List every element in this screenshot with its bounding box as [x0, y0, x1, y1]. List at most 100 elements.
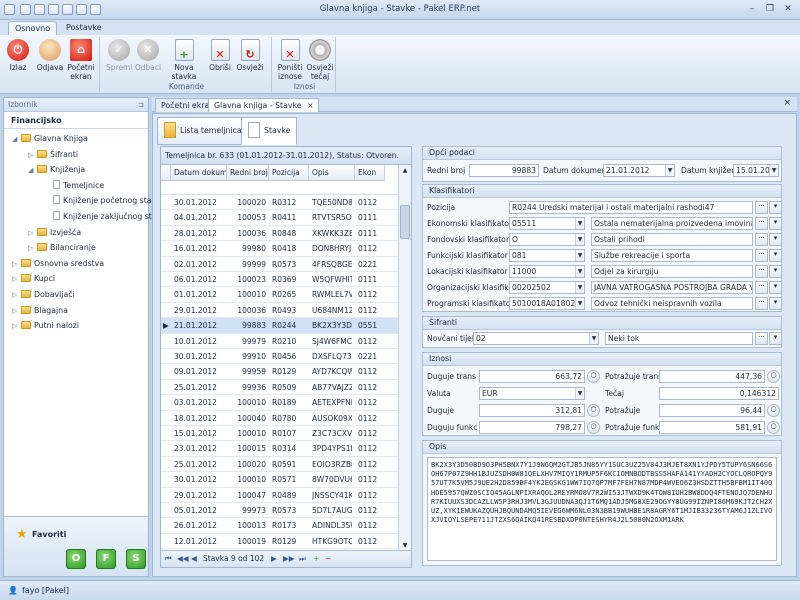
pozicija-browse-button[interactable]: ··· [755, 201, 768, 214]
potrazuje-trans-field[interactable]: 447,36 [659, 370, 765, 383]
pocetni-ekran-button[interactable]: ⌂ Početni ekran [66, 39, 96, 81]
table-row[interactable]: 26.01.2012 100013 R0173 ADINDL3SWUHGSA... 01… [161, 518, 399, 534]
table-row[interactable]: 09.01.2012 99959 R0129 AYD7KCQW2EYNJY... 011… [161, 364, 399, 380]
klasifikator-dropdown-button[interactable]: ▾ [769, 217, 782, 230]
chevron-down-icon[interactable]: ▼ [769, 165, 778, 176]
duguje-trans-toggle[interactable]: ○ [587, 370, 600, 383]
table-row[interactable]: 05.01.2012 99973 R0573 5D7L7AUGJ0BQCS... 011… [161, 503, 399, 519]
klasifikator-code-field[interactable]: 081 ▼ [509, 249, 585, 262]
klasifikator-desc-field[interactable]: Službe rekreacije i sporta [591, 249, 753, 262]
datum-knjizenja-field[interactable]: 15.01.2012 ▼ [733, 164, 779, 177]
table-row[interactable]: 29.01.2012 100047 R0489 JNSSCY41KN6XDL4... 0… [161, 488, 399, 503]
scroll-up-icon[interactable]: ▲ [399, 165, 411, 176]
close-icon[interactable]: ✕ [778, 2, 798, 16]
collapsed-arrow-icon[interactable]: ▷ [28, 148, 37, 162]
chevron-down-icon[interactable]: ▼ [575, 218, 584, 229]
klasifikator-browse-button[interactable]: ··· [755, 281, 768, 294]
nav-next-page-icon[interactable]: ▶▶ [283, 551, 295, 567]
izlaz-button[interactable]: ⏻ Izlaz [6, 39, 30, 72]
klasifikator-code-field[interactable]: 05511 ▼ [509, 217, 585, 230]
table-row[interactable]: 03.01.2012 100010 R0189 AETEXPFNL1YDTN... 01… [161, 395, 399, 411]
table-row[interactable]: 25.01.2012 99936 R0509 AB77VAJZZG972BL... 01… [161, 380, 399, 396]
duguje-toggle[interactable]: ○ [587, 404, 600, 417]
novcani-tijek-code-field[interactable]: 02 ▼ [473, 332, 599, 345]
table-row[interactable]: 18.01.2012 100040 R0780 AUSOK09XYE0ZAD... 01… [161, 411, 399, 426]
nav-first-icon[interactable]: ⏮ [165, 551, 172, 567]
tree-item[interactable]: ▷ Blagajna [12, 304, 68, 318]
table-row[interactable]: 29.01.2012 100036 R0493 U684NM12SS4C09... 01… [161, 303, 399, 319]
klasifikator-code-field[interactable]: 5010018A01802 ▼ [509, 297, 585, 310]
chevron-down-icon[interactable]: ▼ [575, 282, 584, 293]
expanded-arrow-icon[interactable]: ◢ [12, 132, 21, 146]
chevron-down-icon[interactable]: ▼ [575, 234, 584, 245]
osvjezi-button[interactable]: ↻ Osvježi [236, 39, 264, 72]
collapsed-arrow-icon[interactable]: ▷ [12, 288, 21, 302]
table-row[interactable]: 04.01.2012 100053 R0411 RTVTSR5OT074EB... 01… [161, 210, 399, 226]
subtab-lista-temeljnica[interactable]: Lista temeljnica [157, 117, 249, 145]
tree-item[interactable]: Knjiženje početnog stanja [44, 194, 163, 208]
chevron-down-icon[interactable]: ▼ [589, 333, 598, 344]
novcani-tijek-browse-button[interactable]: ··· [755, 332, 768, 345]
table-row[interactable]: 25.01.2012 100020 R0591 EOIO3RZB070L37E... 0… [161, 457, 399, 473]
tree-item[interactable]: Temeljnice [44, 179, 104, 193]
nav-prev-icon[interactable]: ◀ [191, 551, 197, 567]
nav-prev-page-icon[interactable]: ◀◀ [177, 551, 189, 567]
table-row[interactable]: 12.01.2012 100019 R0129 HTKG9OTQMF008I... 01… [161, 534, 399, 550]
odbaci-button[interactable]: ✕ Odbaci [134, 39, 162, 72]
table-row[interactable]: ▶ 21.01.2012 99883 R0244 BK2X3Y3D50BD9O... 05… [161, 318, 399, 334]
tab-osnovno[interactable]: Osnovno [8, 21, 58, 35]
pozicija-field[interactable]: R0244 Uredski materijal i ostali materij… [509, 201, 753, 214]
duguje-trans-field[interactable]: 663,72 [479, 370, 585, 383]
klasifikator-browse-button[interactable]: ··· [755, 233, 768, 246]
chevron-down-icon[interactable]: ▼ [575, 388, 584, 399]
potrazuje-funkc-toggle[interactable]: ○ [767, 421, 780, 434]
odjava-button[interactable]: Odjava [36, 39, 64, 72]
osvjezi-tecaj-button[interactable]: Osvježi tečaj [306, 39, 334, 81]
table-row[interactable]: 15.01.2012 100010 R0107 Z3C73CXVG9MFH0... 01… [161, 426, 399, 442]
collapsed-arrow-icon[interactable]: ▷ [12, 304, 21, 318]
novcani-tijek-dropdown-button[interactable]: ▾ [769, 332, 782, 345]
scroll-thumb[interactable] [400, 205, 410, 239]
tree-item[interactable]: ▷ Dobavljači [12, 288, 75, 302]
klasifikator-dropdown-button[interactable]: ▾ [769, 249, 782, 262]
klasifikator-desc-field[interactable]: Odjel za kirurgiju [591, 265, 753, 278]
klasifikator-code-field[interactable]: O ▼ [509, 233, 585, 246]
chevron-down-icon[interactable]: ▼ [575, 266, 584, 277]
potrazuje-toggle[interactable]: ○ [767, 404, 780, 417]
tree-item[interactable]: ▷ Šifranti [28, 148, 78, 162]
nav-next-icon[interactable]: ▶ [271, 551, 277, 567]
tree-item[interactable]: ▷ Osnovna sredstva [12, 257, 104, 271]
potrazuje-funkc-field[interactable]: 581,91 [659, 421, 765, 434]
klasifikator-desc-field[interactable]: Odvoz tehnički neispravnih vozila [591, 297, 753, 310]
table-row[interactable]: 06.01.2012 100023 R0369 W5QFWHIT9FP171... 01… [161, 272, 399, 288]
minimize-icon[interactable]: – [742, 2, 762, 16]
klasifikator-browse-button[interactable]: ··· [755, 217, 768, 230]
collapsed-arrow-icon[interactable]: ▷ [12, 319, 21, 333]
favorite-s-button[interactable]: S [126, 549, 146, 569]
collapsed-arrow-icon[interactable]: ▷ [12, 272, 21, 286]
grid-vertical-scrollbar[interactable]: ▲ ▼ [398, 165, 411, 551]
tree-item[interactable]: ▷ Bilanciranje [28, 241, 96, 255]
nav-last-icon[interactable]: ⏭ [299, 551, 306, 567]
spremi-button[interactable]: ✓ Spremi [106, 39, 132, 72]
klasifikator-desc-field[interactable]: Ostali prihodi [591, 233, 753, 246]
nova-stavka-button[interactable]: + Nova stavka [164, 39, 204, 81]
chevron-down-icon[interactable]: ▼ [575, 298, 584, 309]
chevron-down-icon[interactable]: ▼ [665, 165, 674, 176]
tab-postavke[interactable]: Postavke [60, 21, 108, 35]
favorite-f-button[interactable]: F [96, 549, 116, 569]
klasifikator-browse-button[interactable]: ··· [755, 265, 768, 278]
tree-item[interactable]: ◢ Glavna Knjiga [12, 132, 88, 146]
redni-broj-field[interactable]: 99883 [469, 164, 539, 177]
grid-filter-row[interactable] [161, 181, 399, 195]
close-document-icon[interactable]: × [783, 98, 791, 108]
tree-item[interactable]: ◢ Knjiženja [28, 163, 85, 177]
klasifikator-code-field[interactable]: 00202502 ▼ [509, 281, 585, 294]
table-row[interactable]: 16.01.2012 99980 R0418 DON8HRYJFFYS27F... 01… [161, 241, 399, 257]
column-header[interactable]: Ekon [355, 165, 385, 181]
tree-item[interactable]: ▷ Putni nalozi [12, 319, 79, 333]
duguju-funkc-field[interactable]: 798,27 [479, 421, 585, 434]
nav-add-icon[interactable]: + [313, 551, 319, 567]
favorite-o-button[interactable]: O [66, 549, 86, 569]
novcani-tijek-desc-field[interactable]: Neki tok [605, 332, 753, 345]
